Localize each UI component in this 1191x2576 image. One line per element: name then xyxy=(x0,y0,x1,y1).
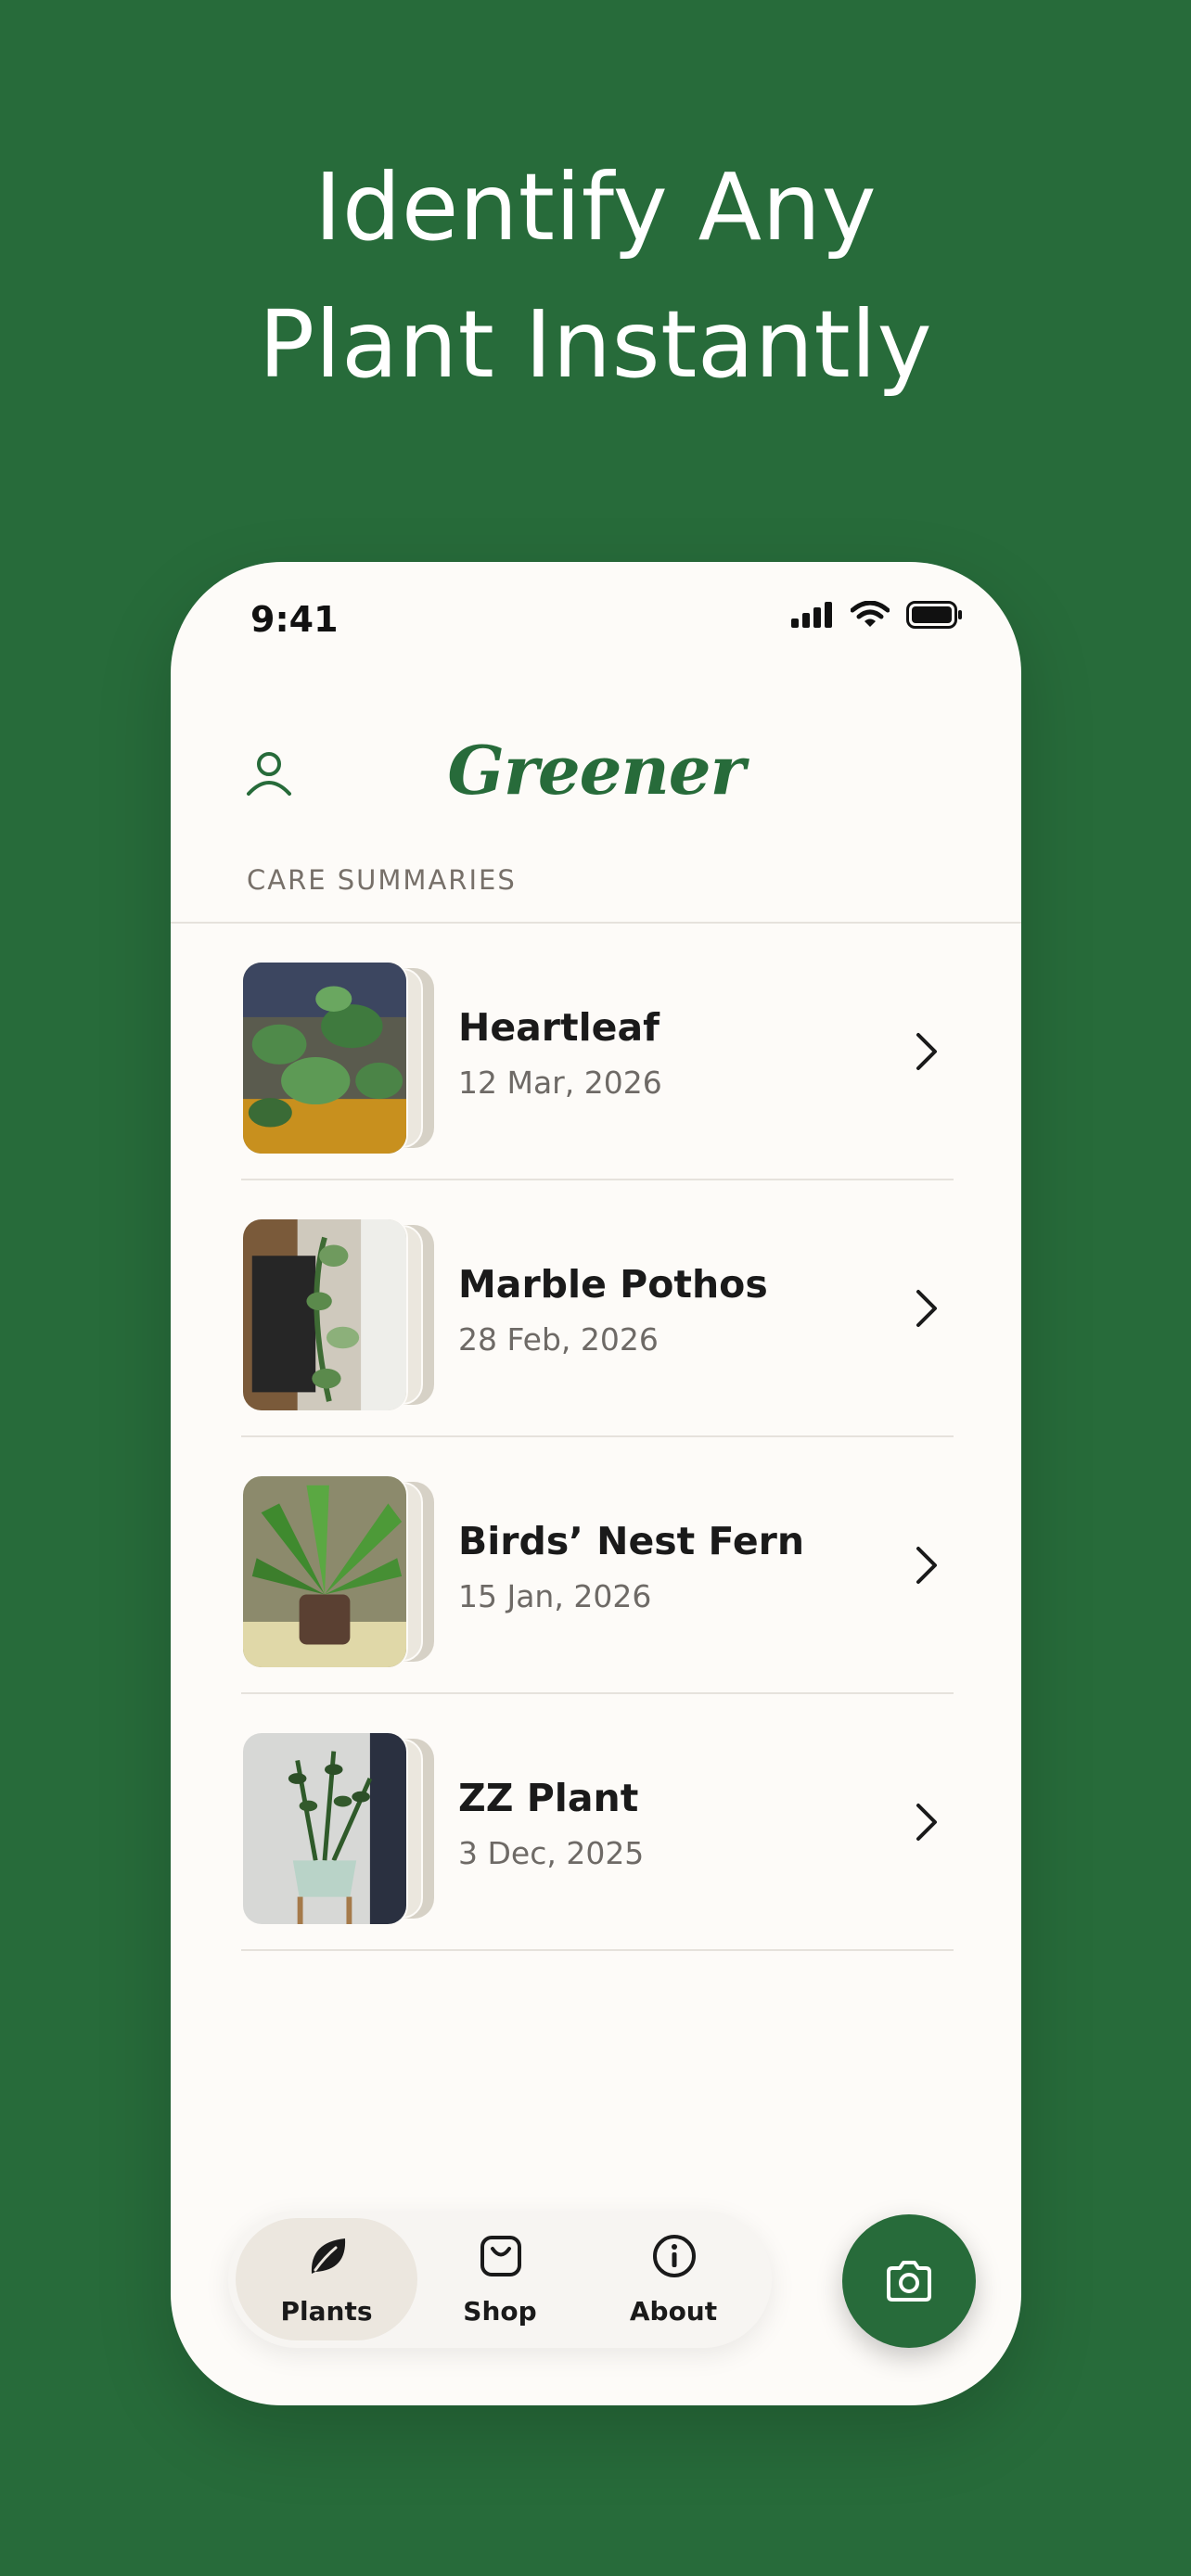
cellular-signal-icon xyxy=(791,602,832,628)
tab-label: Shop xyxy=(463,2296,537,2327)
plant-name: Birds’ Nest Fern xyxy=(458,1519,805,1563)
plant-row-birds-nest-fern[interactable]: Birds’ Nest Fern 15 Jan, 2026 xyxy=(241,1437,954,1694)
plant-photo xyxy=(241,1474,408,1669)
tab-bar: Plants Shop About xyxy=(228,2211,772,2348)
tab-about[interactable]: About xyxy=(583,2218,764,2340)
chevron-right-icon xyxy=(916,1804,937,1841)
plant-photo xyxy=(241,1731,408,1926)
leaf-icon xyxy=(311,2238,346,2274)
chevron-right-icon xyxy=(916,1033,937,1070)
status-icons xyxy=(791,601,964,629)
wifi-icon xyxy=(851,601,890,627)
tab-shop[interactable]: Shop xyxy=(409,2218,591,2340)
app-logo: Greener xyxy=(447,731,745,810)
battery-icon xyxy=(906,601,962,629)
plant-name: Heartleaf xyxy=(458,1005,660,1050)
plant-date: 28 Feb, 2026 xyxy=(458,1321,659,1358)
plant-name: ZZ Plant xyxy=(458,1776,639,1820)
plant-photo-stack xyxy=(241,961,436,1155)
plant-date: 3 Dec, 2025 xyxy=(458,1835,645,1871)
plant-photo-stack xyxy=(241,1474,436,1669)
camera-button[interactable] xyxy=(842,2214,976,2348)
camera-icon xyxy=(887,2261,931,2302)
plant-photo xyxy=(241,961,408,1155)
plant-row-zz-plant[interactable]: ZZ Plant 3 Dec, 2025 xyxy=(241,1694,954,1951)
plant-date: 15 Jan, 2026 xyxy=(458,1578,652,1614)
phone-screen: 9:41 Greener CARE SUMMARIES Heartleaf 12… xyxy=(171,562,1021,2405)
plant-photo xyxy=(241,1218,408,1412)
headline-line-1: Identify Any xyxy=(314,153,877,261)
care-summaries-list: Heartleaf 12 Mar, 2026 Marble Pothos 28 … xyxy=(241,924,954,1951)
tab-label: About xyxy=(629,2296,718,2327)
plant-row-heartleaf[interactable]: Heartleaf 12 Mar, 2026 xyxy=(241,924,954,1180)
tab-label: Plants xyxy=(280,2296,373,2327)
headline-line-2: Plant Instantly xyxy=(258,290,933,399)
plant-row-marble-pothos[interactable]: Marble Pothos 28 Feb, 2026 xyxy=(241,1180,954,1437)
tab-plants[interactable]: Plants xyxy=(236,2218,417,2340)
chevron-right-icon xyxy=(916,1290,937,1327)
plant-photo-stack xyxy=(241,1218,436,1412)
chevron-right-icon xyxy=(916,1547,937,1584)
info-icon xyxy=(653,2235,696,2277)
shopping-bag-icon xyxy=(480,2236,521,2276)
plant-photo-stack xyxy=(241,1731,436,1926)
plant-name: Marble Pothos xyxy=(458,1262,768,1307)
status-time: 9:41 xyxy=(250,599,339,640)
plant-date: 12 Mar, 2026 xyxy=(458,1065,662,1101)
section-title: CARE SUMMARIES xyxy=(247,864,517,896)
marketing-headline: Identify Any Plant Instantly xyxy=(0,139,1191,414)
